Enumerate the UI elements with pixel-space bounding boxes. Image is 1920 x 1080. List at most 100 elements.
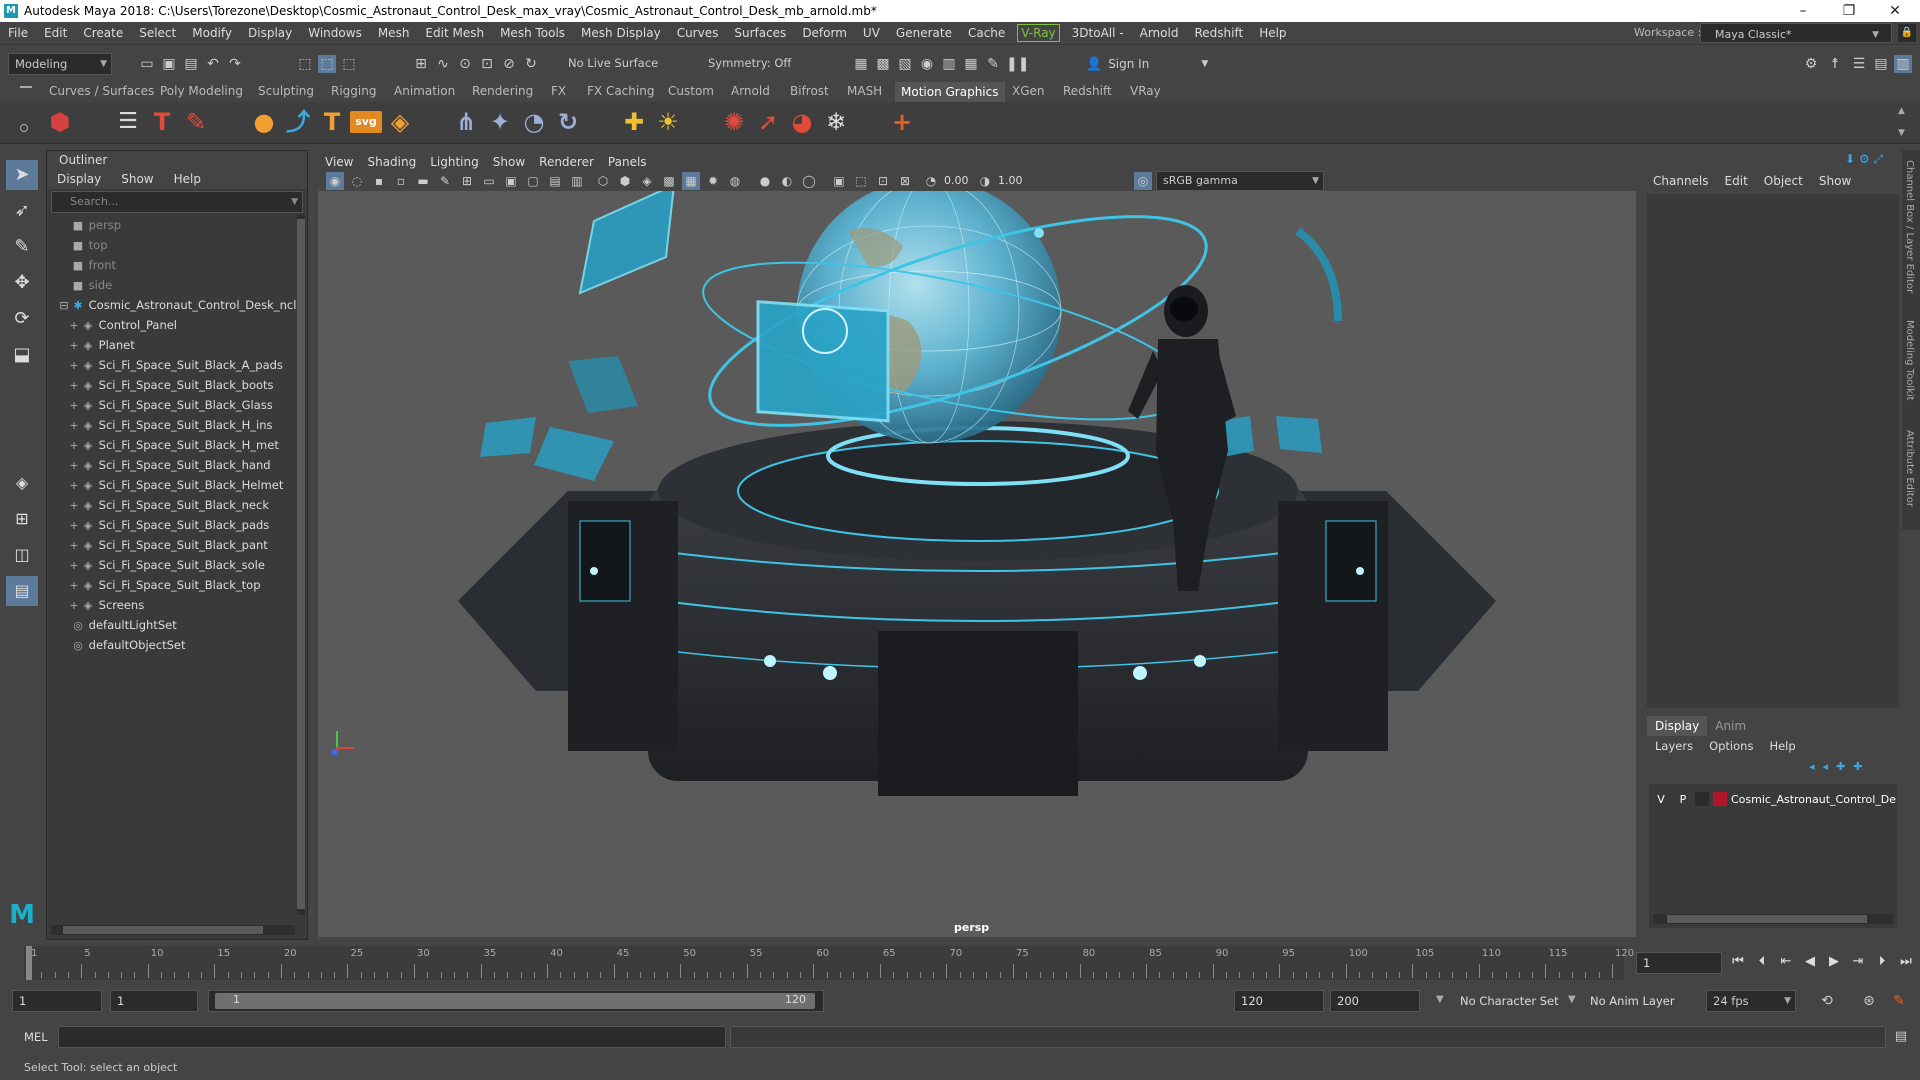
outliner-layout-icon[interactable]: ▤: [6, 576, 38, 606]
character-set-dropdown[interactable]: No Character Set: [1460, 994, 1559, 1008]
light-icon[interactable]: ☀: [652, 106, 684, 138]
single-pane-layout-icon[interactable]: ◈: [6, 468, 38, 498]
channel-menu-object[interactable]: Object: [1756, 170, 1811, 192]
step-forward-frame-icon[interactable]: ⏵: [1874, 952, 1890, 972]
outliner-item[interactable]: + ◈ Sci_Fi_Space_Suit_Black_Helmet: [67, 475, 283, 495]
outliner-menu-display[interactable]: Display: [47, 169, 111, 189]
outliner-item[interactable]: + ◈ Screens: [67, 595, 144, 615]
mode-dropdown[interactable]: Modeling ▼: [8, 53, 112, 75]
layer-move-up-icon[interactable]: ◂: [1809, 760, 1823, 773]
menu-edit[interactable]: Edit: [36, 22, 75, 44]
paint-effect-icon[interactable]: ✎: [180, 106, 212, 138]
viewport-menu-show[interactable]: Show: [486, 153, 532, 171]
channel-key-icon[interactable]: ⬇: [1845, 152, 1855, 166]
auto-key-icon[interactable]: ⊛: [1860, 992, 1878, 1010]
animation-preferences-icon[interactable]: ✎: [1890, 992, 1908, 1010]
menu-vray[interactable]: V-Ray: [1017, 24, 1060, 42]
list-icon[interactable]: ☰: [112, 106, 144, 138]
scrollbar-thumb[interactable]: [63, 926, 263, 934]
outliner-set-item[interactable]: ◎ defaultObjectSet: [71, 635, 185, 655]
snap-view-icon[interactable]: ⊡: [478, 55, 496, 73]
shelf-scroll-down-icon[interactable]: ▼: [1898, 128, 1905, 138]
camera-top[interactable]: ■ top: [71, 235, 108, 255]
curve-icon[interactable]: ⤴: [282, 106, 314, 138]
menu-help[interactable]: Help: [1251, 22, 1294, 44]
text-tool-icon[interactable]: T: [146, 106, 178, 138]
layer-type-toggle[interactable]: [1695, 792, 1709, 806]
shelf-tab-poly-modeling[interactable]: Poly Modeling: [160, 84, 243, 98]
attribute-editor-icon[interactable]: ☰: [1850, 55, 1868, 73]
anim-layer-dropdown[interactable]: No Anim Layer: [1590, 994, 1675, 1008]
shelf-tab-curves-surfaces[interactable]: Curves / Surfaces: [49, 84, 154, 98]
current-time-indicator[interactable]: [26, 946, 32, 980]
grid-toggle-icon[interactable]: ⊞: [458, 172, 476, 190]
current-frame-field[interactable]: 1: [1636, 952, 1722, 974]
menu-mesh-display[interactable]: Mesh Display: [573, 22, 669, 44]
layer-name[interactable]: Cosmic_Astronaut_Control_De: [1731, 793, 1896, 806]
mel-input[interactable]: [58, 1026, 726, 1048]
outliner-item[interactable]: + ◈ Sci_Fi_Space_Suit_Black_A_pads: [67, 355, 283, 375]
rotate-tool-icon[interactable]: ⟳: [6, 304, 38, 334]
expand-icon[interactable]: +: [67, 596, 81, 616]
textured-icon[interactable]: ▩: [660, 172, 678, 190]
grease-pencil-icon[interactable]: ✎: [436, 172, 454, 190]
channel-expand-icon[interactable]: ⤢: [1873, 152, 1883, 166]
menu-windows[interactable]: Windows: [300, 22, 370, 44]
play-backward-icon[interactable]: ◀: [1802, 952, 1818, 972]
shelf-tab-arnold[interactable]: Arnold: [731, 84, 770, 98]
playback-start-field[interactable]: 1: [110, 990, 198, 1012]
expand-icon[interactable]: +: [67, 456, 81, 476]
color-management-icon[interactable]: ◎: [1134, 172, 1152, 190]
shelf-tab-vray[interactable]: VRay: [1130, 84, 1161, 98]
open-scene-icon[interactable]: ▣: [160, 55, 178, 73]
viewport-menu-lighting[interactable]: Lighting: [423, 153, 486, 171]
menu-display[interactable]: Display: [240, 22, 300, 44]
particle-icon[interactable]: ✺: [718, 106, 750, 138]
instancer-icon[interactable]: ⋔: [450, 106, 482, 138]
menu-file[interactable]: File: [0, 22, 36, 44]
channel-menu-show[interactable]: Show: [1811, 170, 1859, 192]
camera-front[interactable]: ■ front: [71, 255, 116, 275]
expand-icon[interactable]: +: [67, 516, 81, 536]
maya-home-icon[interactable]: M: [6, 900, 38, 930]
type-icon[interactable]: T: [316, 106, 348, 138]
outliner-item[interactable]: + ◈ Sci_Fi_Space_Suit_Black_pads: [67, 515, 269, 535]
render-view-icon[interactable]: ▦: [852, 55, 870, 73]
viewport-menu-renderer[interactable]: Renderer: [532, 153, 601, 171]
2d-pan-icon[interactable]: ▬: [414, 172, 432, 190]
menu-arnold[interactable]: Arnold: [1132, 22, 1187, 44]
spin-icon[interactable]: ↻: [552, 106, 584, 138]
range-slider[interactable]: 1 120: [208, 990, 824, 1012]
render-frame-icon[interactable]: ▩: [874, 55, 892, 73]
mel-label[interactable]: MEL: [24, 1030, 48, 1044]
menu-mesh-tools[interactable]: Mesh Tools: [492, 22, 573, 44]
lasso-tool-icon[interactable]: ➶: [6, 196, 38, 226]
expand-icon[interactable]: +: [67, 316, 81, 336]
wireframe-icon[interactable]: ⬡: [594, 172, 612, 190]
step-forward-key-icon[interactable]: ⇥: [1850, 952, 1866, 972]
menu-modify[interactable]: Modify: [184, 22, 240, 44]
mash-network-icon[interactable]: ⬢: [44, 106, 76, 138]
outliner-item[interactable]: + ◈ Sci_Fi_Space_Suit_Black_H_ins: [67, 415, 272, 435]
outliner-item[interactable]: + ◈ Sci_Fi_Space_Suit_Black_Glass: [67, 395, 272, 415]
expand-icon[interactable]: +: [67, 436, 81, 456]
menu-surfaces[interactable]: Surfaces: [726, 22, 794, 44]
outliner-item[interactable]: + ◈ Planet: [67, 335, 134, 355]
step-back-frame-icon[interactable]: ⏴: [1754, 952, 1770, 972]
light-editor-icon[interactable]: ✎: [984, 55, 1002, 73]
shelf-tab-motion-graphics[interactable]: Motion Graphics: [895, 82, 1005, 102]
expand-icon[interactable]: +: [67, 556, 81, 576]
viewport-persp[interactable]: persp: [318, 191, 1636, 937]
fluid-icon[interactable]: ◕: [786, 106, 818, 138]
ambient-occlusion-icon[interactable]: ◍: [726, 172, 744, 190]
two-pane-layout-icon[interactable]: ◫: [6, 540, 38, 570]
color-space-dropdown[interactable]: sRGB gamma ▼: [1156, 171, 1324, 191]
layer-horizontal-scrollbar[interactable]: [1653, 914, 1893, 924]
layer-row[interactable]: V P Cosmic_Astronaut_Control_De: [1649, 790, 1897, 808]
snowflake-icon[interactable]: ❄: [820, 106, 852, 138]
shelf-tab-fx-caching[interactable]: FX Caching: [587, 84, 654, 98]
snap-curve-icon[interactable]: ∿: [434, 55, 452, 73]
viewport-menu-shading[interactable]: Shading: [360, 153, 423, 171]
menu-generate[interactable]: Generate: [888, 22, 960, 44]
expand-icon[interactable]: +: [67, 356, 81, 376]
